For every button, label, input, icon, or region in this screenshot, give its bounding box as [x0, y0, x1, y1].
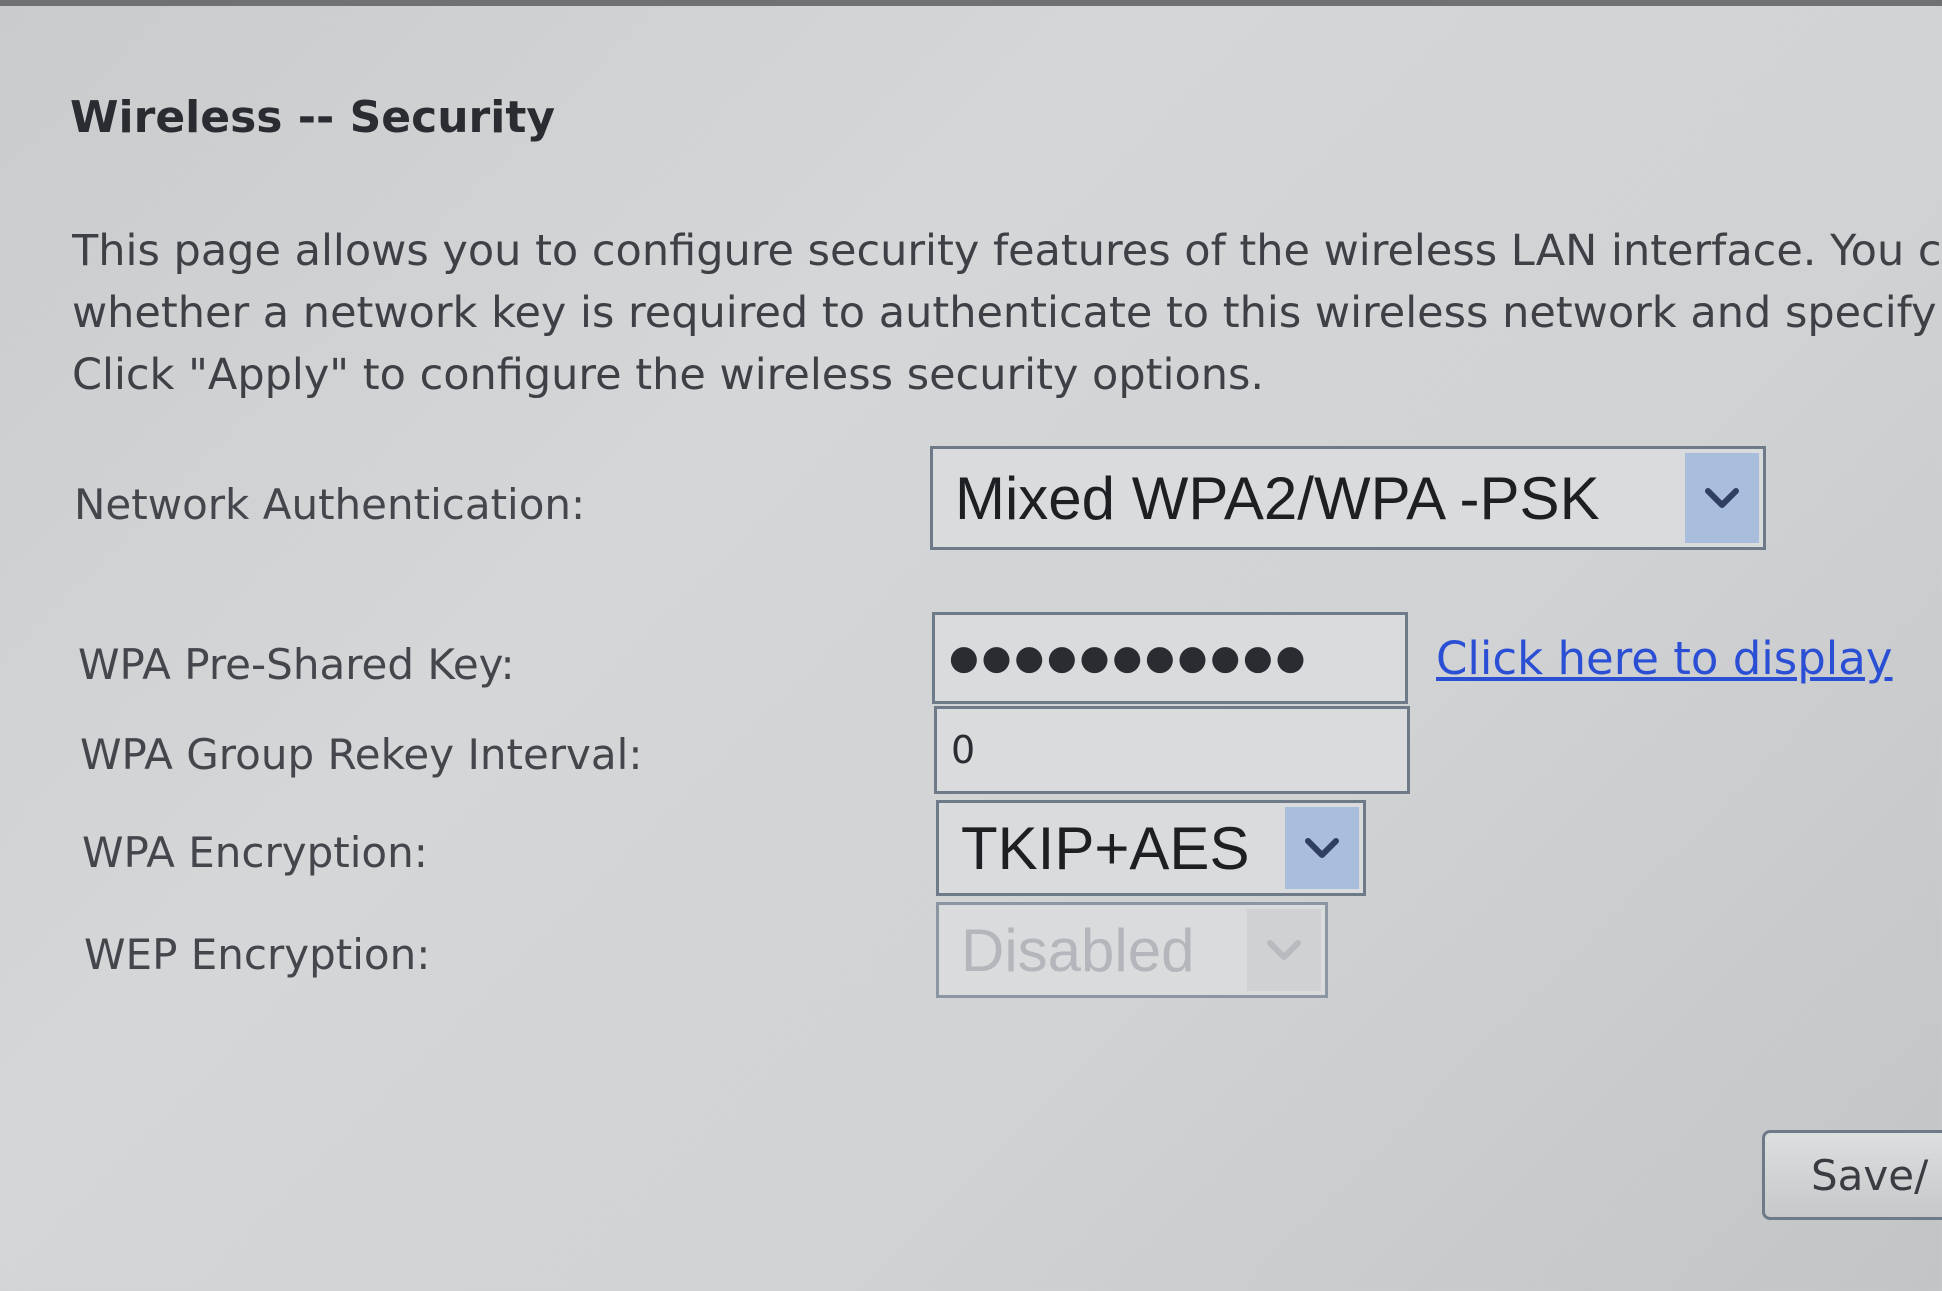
- wpa-encryption-value: TKIP+AES: [961, 814, 1250, 882]
- dropdown-arrow[interactable]: [1685, 453, 1759, 543]
- psk-value: ●●●●●●●●●●●: [949, 638, 1309, 678]
- wpa-encryption-label: WPA Encryption:: [82, 828, 428, 877]
- rekey-value: 0: [951, 728, 976, 772]
- rekey-label: WPA Group Rekey Interval:: [80, 730, 643, 779]
- page-title: Wireless -- Security: [70, 92, 556, 143]
- wep-encryption-select: Disabled: [936, 902, 1328, 998]
- dropdown-arrow[interactable]: [1285, 807, 1359, 889]
- chevron-down-icon: [1305, 838, 1339, 858]
- top-band: [0, 0, 1942, 6]
- save-apply-button[interactable]: Save/: [1762, 1130, 1942, 1220]
- description-line: Click "Apply" to configure the wireless …: [72, 350, 1265, 400]
- chevron-down-icon: [1705, 488, 1739, 508]
- chevron-down-icon: [1267, 940, 1301, 960]
- wep-encryption-label: WEP Encryption:: [84, 930, 431, 979]
- dropdown-arrow: [1247, 909, 1321, 991]
- save-button-label: Save/: [1811, 1150, 1929, 1200]
- wep-encryption-value: Disabled: [961, 916, 1195, 984]
- page-description: This page allows you to configure securi…: [72, 220, 1942, 406]
- rekey-input[interactable]: 0: [934, 706, 1410, 794]
- psk-input[interactable]: ●●●●●●●●●●●: [932, 612, 1408, 704]
- network-auth-value: Mixed WPA2/WPA -PSK: [955, 464, 1600, 532]
- display-key-link[interactable]: Click here to display: [1436, 632, 1893, 685]
- network-auth-select[interactable]: Mixed WPA2/WPA -PSK: [930, 446, 1766, 550]
- description-line: whether a network key is required to aut…: [72, 288, 1937, 338]
- wpa-encryption-select[interactable]: TKIP+AES: [936, 800, 1366, 896]
- psk-label: WPA Pre-Shared Key:: [78, 640, 515, 689]
- network-auth-label: Network Authentication:: [74, 480, 586, 529]
- description-line: This page allows you to configure securi…: [72, 226, 1942, 276]
